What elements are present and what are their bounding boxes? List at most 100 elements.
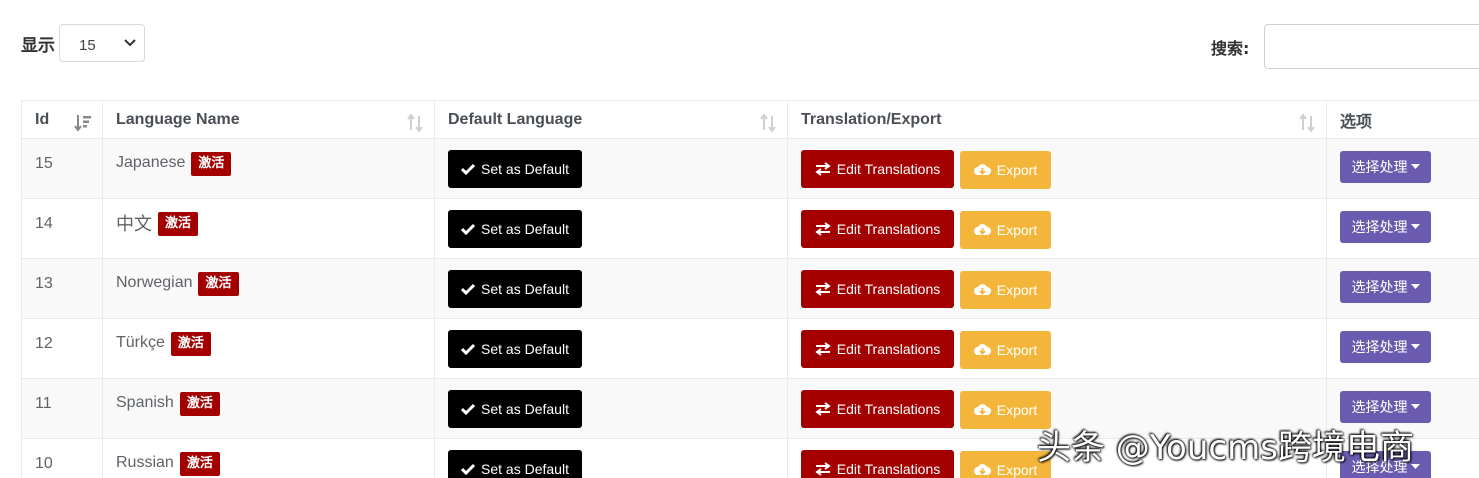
export-button[interactable]: Export — [960, 270, 1051, 309]
set-default-button[interactable]: Set as Default — [448, 450, 582, 478]
row-id: 13 — [35, 275, 53, 292]
set-default-label: Set as Default — [481, 221, 569, 237]
table-row: 13 Norwegian 激活 Set as Default Edit Trans… — [21, 258, 1479, 319]
cell-id: 15 — [21, 138, 103, 199]
row-id: 14 — [35, 215, 53, 232]
cell-default-language: Set as Default — [434, 378, 788, 439]
edit-translations-button[interactable]: Edit Translations — [801, 270, 954, 308]
column-header-options[interactable]: 选项 — [1326, 100, 1479, 139]
set-default-button[interactable]: Set as Default — [448, 330, 582, 368]
sort-both-icon — [407, 113, 423, 133]
cell-language-name: 中文 激活 — [102, 198, 435, 259]
cell-options: 选择处理 — [1326, 258, 1479, 319]
language-name: Russian — [116, 454, 174, 471]
cell-id: 14 — [21, 198, 103, 259]
export-label: Export — [996, 221, 1038, 238]
edit-translations-label: Edit Translations — [836, 221, 941, 237]
status-badge: 激活 — [179, 452, 220, 476]
edit-translations-button[interactable]: Edit Translations — [801, 450, 954, 478]
edit-translations-button[interactable]: Edit Translations — [801, 150, 954, 188]
status-badge: 激活 — [191, 152, 232, 176]
sort-both-icon — [1299, 113, 1315, 133]
exchange-icon — [815, 282, 831, 296]
export-label: Export — [996, 401, 1038, 418]
set-default-label: Set as Default — [481, 401, 569, 417]
export-label: Export — [996, 281, 1038, 298]
cell-translation-export: Edit Translations Export — [787, 138, 1327, 199]
options-dropdown-button[interactable]: 选择处理 — [1340, 211, 1431, 243]
options-label: 选择处理 — [1351, 220, 1408, 236]
status-badge: 激活 — [170, 332, 211, 356]
column-header-default-language[interactable]: Default Language — [434, 100, 788, 139]
edit-translations-button[interactable]: Edit Translations — [801, 330, 954, 368]
language-name: Spanish — [116, 394, 174, 411]
cell-language-name: Spanish 激活 — [102, 378, 435, 439]
row-id: 12 — [35, 335, 53, 352]
table-controls: 显示 15 搜索: — [0, 0, 1479, 90]
language-name: Japanese — [116, 154, 186, 171]
export-button[interactable]: Export — [960, 210, 1051, 249]
cell-id: 12 — [21, 318, 103, 379]
exchange-icon — [815, 222, 831, 236]
options-dropdown-button[interactable]: 选择处理 — [1340, 271, 1431, 303]
row-id: 11 — [35, 395, 52, 412]
options-label: 选择处理 — [1351, 280, 1408, 296]
export-button[interactable]: Export — [960, 330, 1051, 369]
cell-translation-export: Edit Translations Export — [787, 258, 1327, 319]
set-default-label: Set as Default — [481, 461, 569, 477]
row-id: 10 — [35, 455, 53, 472]
export-label: Export — [996, 161, 1038, 178]
watermark: 头条 @Youcms跨境电商 — [1037, 428, 1414, 468]
cell-default-language: Set as Default — [434, 138, 788, 199]
cloud-download-icon — [973, 284, 991, 295]
cloud-download-icon — [973, 404, 991, 415]
edit-translations-button[interactable]: Edit Translations — [801, 210, 954, 248]
options-label: 选择处理 — [1351, 400, 1408, 416]
caret-down-icon — [1410, 284, 1420, 289]
language-name: 中文 — [116, 214, 152, 235]
status-badge: 激活 — [158, 212, 199, 236]
set-default-button[interactable]: Set as Default — [448, 270, 582, 308]
caret-down-icon — [1410, 224, 1420, 229]
set-default-label: Set as Default — [481, 161, 569, 177]
options-dropdown-button[interactable]: 选择处理 — [1340, 391, 1431, 423]
edit-translations-button[interactable]: Edit Translations — [801, 390, 954, 428]
sort-desc-icon — [74, 115, 91, 132]
cell-id: 13 — [21, 258, 103, 319]
set-default-button[interactable]: Set as Default — [448, 150, 582, 188]
cell-options: 选择处理 — [1326, 198, 1479, 259]
edit-translations-label: Edit Translations — [836, 341, 941, 357]
cell-translation-export: Edit Translations Export — [787, 198, 1327, 259]
set-default-label: Set as Default — [481, 281, 569, 297]
exchange-icon — [815, 162, 831, 176]
column-header-label: Language Name — [116, 110, 240, 128]
options-dropdown-button[interactable]: 选择处理 — [1340, 151, 1431, 183]
cloud-download-icon — [973, 164, 991, 175]
exchange-icon — [815, 402, 831, 416]
set-default-button[interactable]: Set as Default — [448, 390, 582, 428]
caret-down-icon — [1410, 404, 1420, 409]
search-label: 搜索: — [1211, 39, 1250, 58]
cloud-download-icon — [973, 344, 991, 355]
cell-language-name: Russian 激活 — [102, 438, 435, 478]
column-header-label: Translation/Export — [801, 110, 942, 128]
search-input[interactable] — [1264, 24, 1479, 69]
edit-translations-label: Edit Translations — [836, 161, 941, 177]
edit-translations-label: Edit Translations — [836, 461, 941, 477]
page-size-value: 15 — [79, 37, 96, 54]
set-default-button[interactable]: Set as Default — [448, 210, 582, 248]
export-label: Export — [996, 461, 1038, 478]
cell-default-language: Set as Default — [434, 318, 788, 379]
check-icon — [461, 223, 476, 235]
column-header-id[interactable]: Id — [21, 100, 103, 139]
column-header-translation-export[interactable]: Translation/Export — [787, 100, 1327, 139]
page-size-select[interactable]: 15 — [59, 24, 145, 62]
cell-options: 选择处理 — [1326, 318, 1479, 379]
export-button[interactable]: Export — [960, 150, 1051, 189]
cell-default-language: Set as Default — [434, 198, 788, 259]
check-icon — [461, 163, 476, 175]
options-dropdown-button[interactable]: 选择处理 — [1340, 331, 1431, 363]
table-header-row: Id Language Name Default Language Transl… — [21, 100, 1479, 139]
language-name: Türkçe — [116, 334, 165, 351]
column-header-language-name[interactable]: Language Name — [102, 100, 435, 139]
